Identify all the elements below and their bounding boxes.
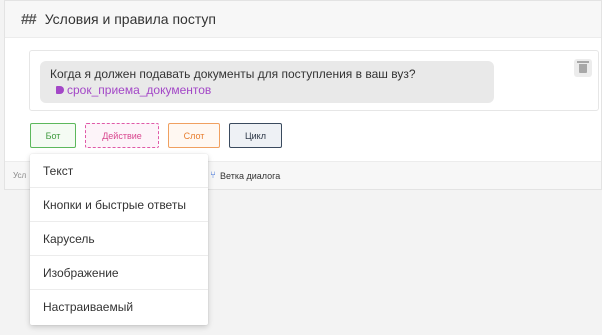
card-title: Условия и правила поступ xyxy=(44,11,216,27)
menu-item-image[interactable]: Изображение xyxy=(30,256,208,290)
bot-button[interactable]: Бот xyxy=(30,123,76,148)
message-bubble[interactable]: Когда я должен подавать документы для по… xyxy=(40,61,494,103)
page: ## Условия и правила поступ Когда я долж… xyxy=(0,0,602,335)
hash-icon: ## xyxy=(21,10,37,28)
menu-item-text[interactable]: Текст xyxy=(30,154,208,188)
slot-button[interactable]: Слот xyxy=(168,123,220,148)
step-type-buttons: Бот Действие Слот Цикл xyxy=(30,123,291,148)
bot-response-type-menu: Текст Кнопки и быстрые ответы Карусель И… xyxy=(30,154,208,325)
cycle-button[interactable]: Цикл xyxy=(229,123,282,148)
menu-item-custom[interactable]: Настраиваемый xyxy=(30,290,208,324)
action-button[interactable]: Действие xyxy=(85,123,159,148)
intent-tag[interactable]: срок_приема_документов xyxy=(50,83,484,97)
footer-label: Усл xyxy=(13,171,27,180)
message-text: Когда я должен подавать документы для по… xyxy=(50,67,416,81)
menu-item-buttons[interactable]: Кнопки и быстрые ответы xyxy=(30,188,208,222)
delete-button[interactable] xyxy=(574,59,592,77)
menu-item-carousel[interactable]: Карусель xyxy=(30,222,208,256)
branch-icon: ⑂ xyxy=(210,170,216,181)
trash-icon xyxy=(577,60,589,73)
branch-label: Ветка диалога xyxy=(220,170,281,181)
tag-icon xyxy=(56,86,64,94)
tag-label: срок_приема_документов xyxy=(67,83,212,97)
card-header: ## Условия и правила поступ xyxy=(5,1,601,38)
dialog-box: Когда я должен подавать документы для по… xyxy=(29,50,599,111)
dialog-branch-link[interactable]: ⑂ Ветка диалога xyxy=(210,170,280,181)
